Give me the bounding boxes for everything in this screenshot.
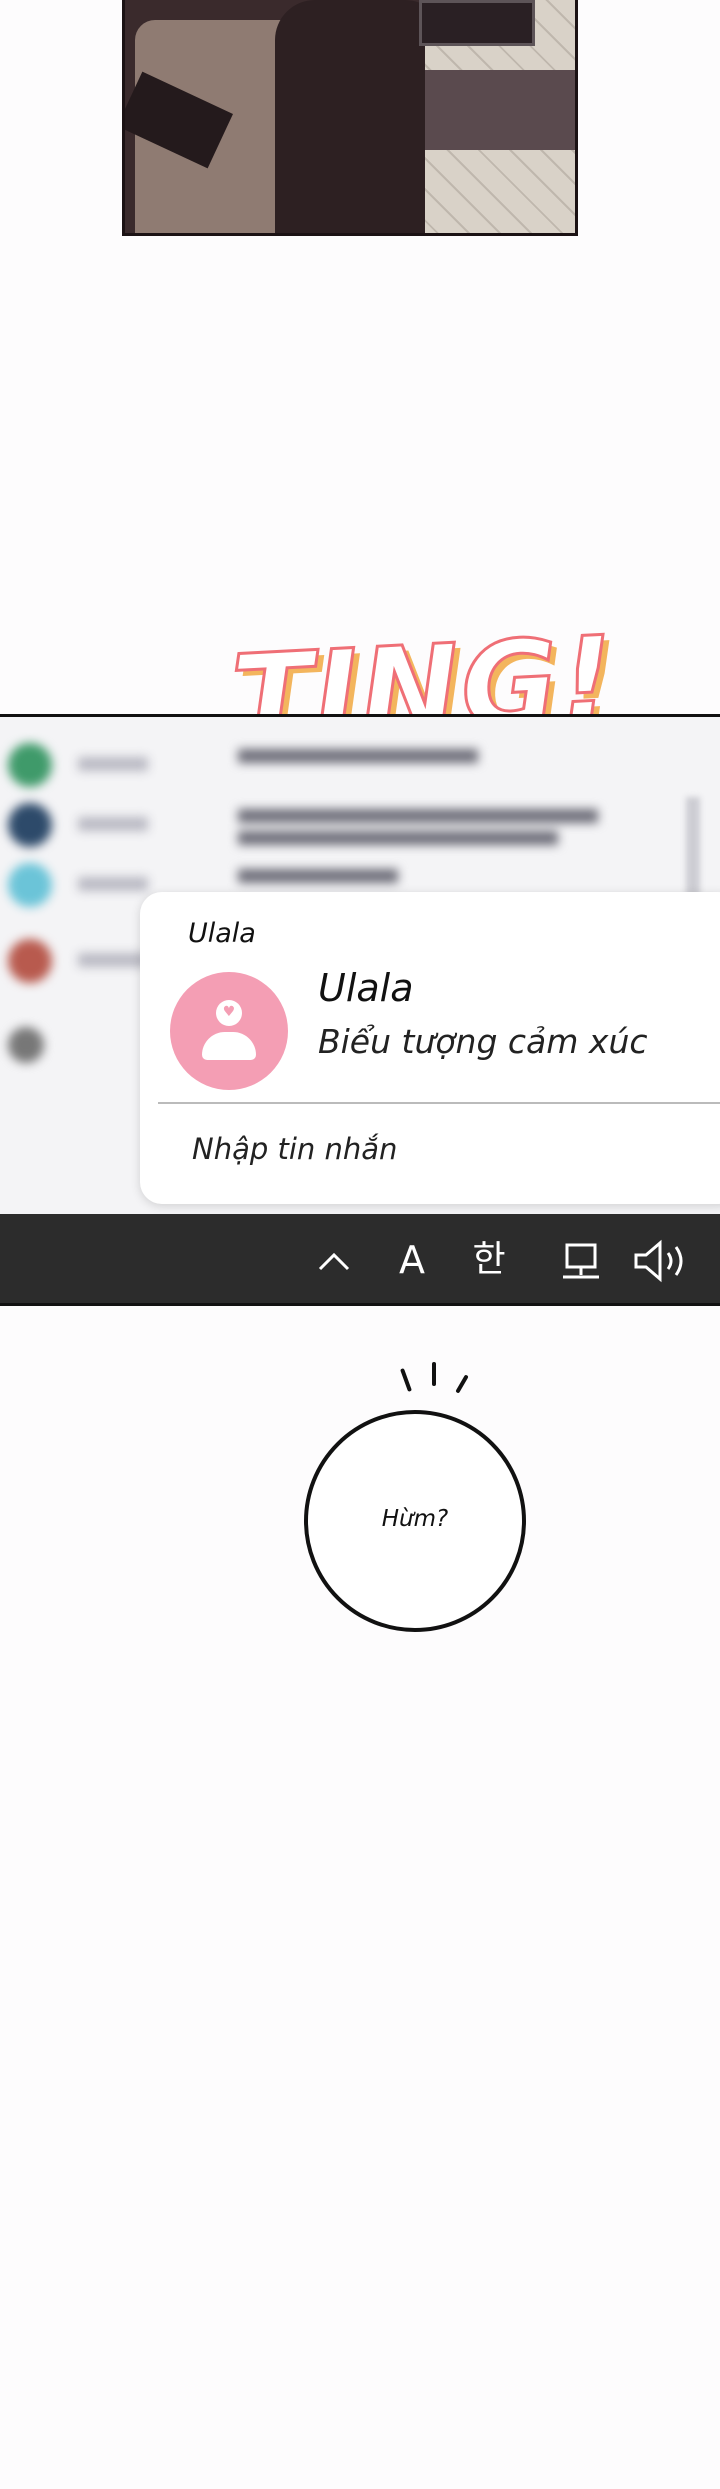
chevron-up-icon[interactable]	[312, 1214, 356, 1303]
input-mode-korean-button[interactable]: 한	[464, 1214, 514, 1303]
top-comic-panel	[122, 0, 578, 236]
heart-icon: ♥	[222, 1004, 236, 1020]
notification-popup[interactable]: Ulala ♥ Ulala Biểu tượng cảm xúc Nhập ti…	[140, 892, 720, 1204]
notification-message: Biểu tượng cảm xúc	[318, 1022, 648, 1061]
input-mode-latin-button[interactable]: A	[392, 1214, 432, 1303]
taskbar: A 한	[0, 1214, 720, 1303]
volume-icon[interactable]	[628, 1214, 698, 1303]
list-item	[8, 803, 708, 847]
list-item	[8, 743, 708, 787]
desk	[425, 70, 575, 150]
computer-screen-panel: Ulala ♥ Ulala Biểu tượng cảm xúc Nhập ti…	[0, 714, 720, 1306]
monitor	[419, 0, 535, 46]
speech-bubble-text: Hừm?	[381, 1506, 449, 1532]
surprise-mark	[455, 1374, 469, 1394]
divider	[158, 1102, 720, 1104]
network-icon[interactable]	[556, 1214, 606, 1303]
person-body-icon	[202, 1032, 256, 1060]
surprise-mark	[432, 1362, 436, 1386]
reply-input[interactable]: Nhập tin nhắn	[192, 1132, 397, 1166]
avatar: ♥	[170, 972, 288, 1090]
notification-app-name: Ulala	[188, 918, 256, 949]
speech-bubble: Hừm?	[304, 1410, 526, 1632]
notification-sender: Ulala	[318, 966, 414, 1010]
surprise-mark	[400, 1368, 412, 1392]
